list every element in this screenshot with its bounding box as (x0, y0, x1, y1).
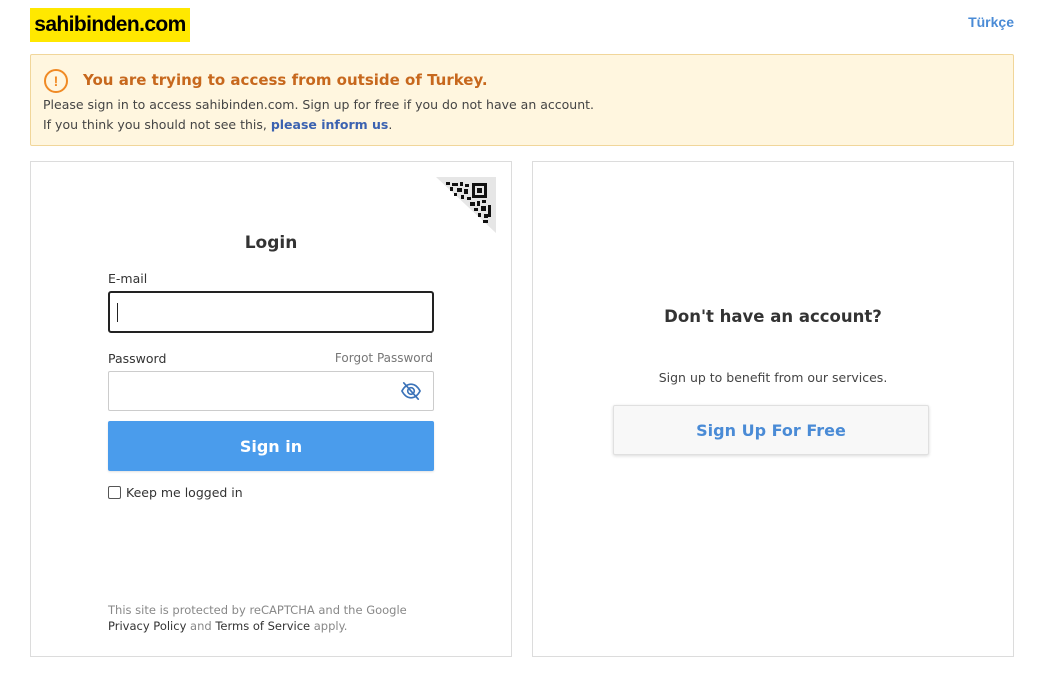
warning-title: You are trying to access from outside of… (83, 71, 488, 89)
email-label: E-mail (108, 271, 148, 286)
login-panel: Login E-mail Password Forgot Password Si… (30, 161, 512, 657)
keep-logged-in-checkbox[interactable] (108, 486, 121, 499)
site-logo[interactable]: sahibinden.com (30, 8, 190, 42)
logo-text: sahibinden.com (34, 13, 186, 36)
warning-inform-line: If you think you should not see this, pl… (43, 117, 392, 132)
keep-logged-in-row[interactable]: Keep me logged in (108, 485, 243, 500)
recaptcha-notice: This site is protected by reCAPTCHA and … (108, 602, 407, 634)
privacy-policy-link[interactable]: Privacy Policy (108, 619, 186, 633)
recaptcha-links-line: Privacy Policy and Terms of Service appl… (108, 618, 407, 634)
language-switch-link[interactable]: Türkçe (968, 14, 1014, 30)
signup-subtitle: Sign up to benefit from our services. (658, 370, 888, 385)
login-title: Login (244, 233, 298, 253)
exclamation-circle-icon: ! (44, 69, 68, 93)
warning-message: Please sign in to access sahibinden.com.… (43, 97, 595, 112)
eye-slash-icon[interactable] (400, 381, 422, 401)
email-field[interactable] (108, 291, 434, 333)
recaptcha-text: This site is protected by reCAPTCHA and … (108, 603, 407, 617)
access-warning-banner: ! You are trying to access from outside … (30, 54, 1014, 146)
warning-inform-prefix: If you think you should not see this, (43, 117, 271, 132)
forgot-password-link[interactable]: Forgot Password (335, 351, 433, 365)
sign-in-button[interactable]: Sign in (108, 421, 434, 471)
and-text: and (190, 619, 212, 633)
qr-code-icon[interactable] (436, 177, 496, 233)
text-caret (117, 303, 118, 322)
sign-up-button[interactable]: Sign Up For Free (613, 405, 929, 455)
keep-logged-in-label: Keep me logged in (126, 485, 243, 500)
warning-inform-suffix: . (388, 117, 393, 132)
inform-us-link[interactable]: please inform us (271, 117, 389, 132)
password-label: Password (108, 351, 167, 366)
terms-of-service-link[interactable]: Terms of Service (215, 619, 310, 633)
password-field[interactable] (108, 371, 434, 411)
apply-text: apply. (313, 619, 348, 633)
signup-panel: Don't have an account? Sign up to benefi… (532, 161, 1014, 657)
signup-title: Don't have an account? (664, 307, 882, 326)
